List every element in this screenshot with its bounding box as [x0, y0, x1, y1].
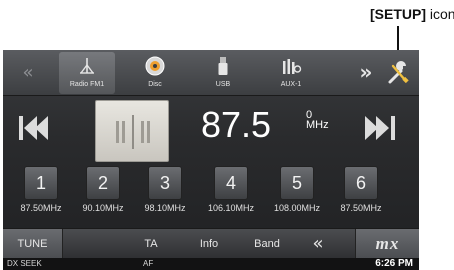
- preset-3-number[interactable]: 3: [148, 166, 182, 200]
- antenna-icon: [80, 58, 94, 74]
- preset-row: 1 87.50MHz 2 90.10MHz 3 98.10MHz 4 106.1…: [3, 166, 419, 220]
- callout-bracket-label: [SETUP]: [370, 6, 426, 22]
- function-bar: TUNE TA Info Band « mx: [3, 228, 419, 259]
- preset-list-button[interactable]: [95, 100, 169, 162]
- preset-2-frequency: 90.10MHz: [82, 203, 124, 213]
- collapse-button[interactable]: «: [301, 229, 335, 259]
- callout-rest-label: icon: [426, 6, 454, 22]
- preset-4-number[interactable]: 4: [214, 166, 248, 200]
- source-bar: « Radio FM1 Disc USB AUX-1 »: [3, 50, 419, 96]
- source-disc-label: Disc: [148, 81, 162, 88]
- preset-2[interactable]: 2 90.10MHz: [73, 166, 133, 220]
- seek-back-button[interactable]: [15, 110, 55, 146]
- preset-1[interactable]: 1 87.50MHz: [11, 166, 71, 220]
- source-aux-button[interactable]: AUX-1: [263, 52, 319, 94]
- af-status: AF: [143, 259, 154, 268]
- source-radio-button[interactable]: Radio FM1: [59, 52, 115, 94]
- source-scroll-right-button[interactable]: »: [351, 60, 381, 84]
- info-button[interactable]: Info: [187, 229, 231, 259]
- band-button[interactable]: Band: [243, 229, 291, 259]
- preset-5-frequency: 108.00MHz: [273, 203, 321, 213]
- status-bar: DX SEEK AF 6:26 PM: [3, 258, 419, 270]
- media-xpander-button[interactable]: mx: [355, 229, 419, 259]
- frequency-unit: MHz: [306, 119, 329, 131]
- source-usb-label: USB: [215, 81, 231, 88]
- preset-2-number[interactable]: 2: [86, 166, 120, 200]
- source-usb-button[interactable]: USB: [195, 52, 251, 94]
- frequency-main: 87.5: [201, 104, 272, 145]
- preset-4[interactable]: 4 106.10MHz: [201, 166, 261, 220]
- preset-6[interactable]: 6 87.50MHz: [331, 166, 391, 220]
- preset-6-number[interactable]: 6: [344, 166, 378, 200]
- source-disc-button[interactable]: Disc: [127, 52, 183, 94]
- wrench-screwdriver-icon[interactable]: [384, 58, 414, 88]
- disc-icon: [145, 56, 165, 76]
- tune-button[interactable]: TUNE: [3, 229, 63, 259]
- source-scroll-left-button[interactable]: «: [13, 62, 43, 83]
- usb-icon: [218, 57, 228, 75]
- frequency-display: 87.5 0 MHz: [201, 104, 329, 154]
- ta-button[interactable]: TA: [131, 229, 171, 259]
- frequency-unit-block: 0 MHz: [306, 110, 329, 131]
- preset-3-frequency: 98.10MHz: [144, 203, 186, 213]
- source-aux-label: AUX-1: [280, 81, 302, 88]
- preset-5[interactable]: 5 108.00MHz: [267, 166, 327, 220]
- clock: 6:26 PM: [375, 258, 413, 269]
- preset-1-frequency: 87.50MHz: [20, 203, 62, 213]
- setup-icon-callout: [SETUP] icon: [370, 6, 454, 22]
- aux-icon: [283, 59, 302, 74]
- preset-6-frequency: 87.50MHz: [340, 203, 382, 213]
- seek-forward-button[interactable]: [361, 110, 401, 146]
- preset-list-icon: [116, 115, 150, 149]
- source-radio-label: Radio FM1: [69, 81, 105, 88]
- preset-5-number[interactable]: 5: [280, 166, 314, 200]
- preset-3[interactable]: 3 98.10MHz: [135, 166, 195, 220]
- dx-seek-status: DX SEEK: [7, 259, 42, 268]
- preset-1-number[interactable]: 1: [24, 166, 58, 200]
- preset-4-frequency: 106.10MHz: [207, 203, 255, 213]
- head-unit-screen: « Radio FM1 Disc USB AUX-1 » 87.5 0 MHz …: [3, 50, 419, 270]
